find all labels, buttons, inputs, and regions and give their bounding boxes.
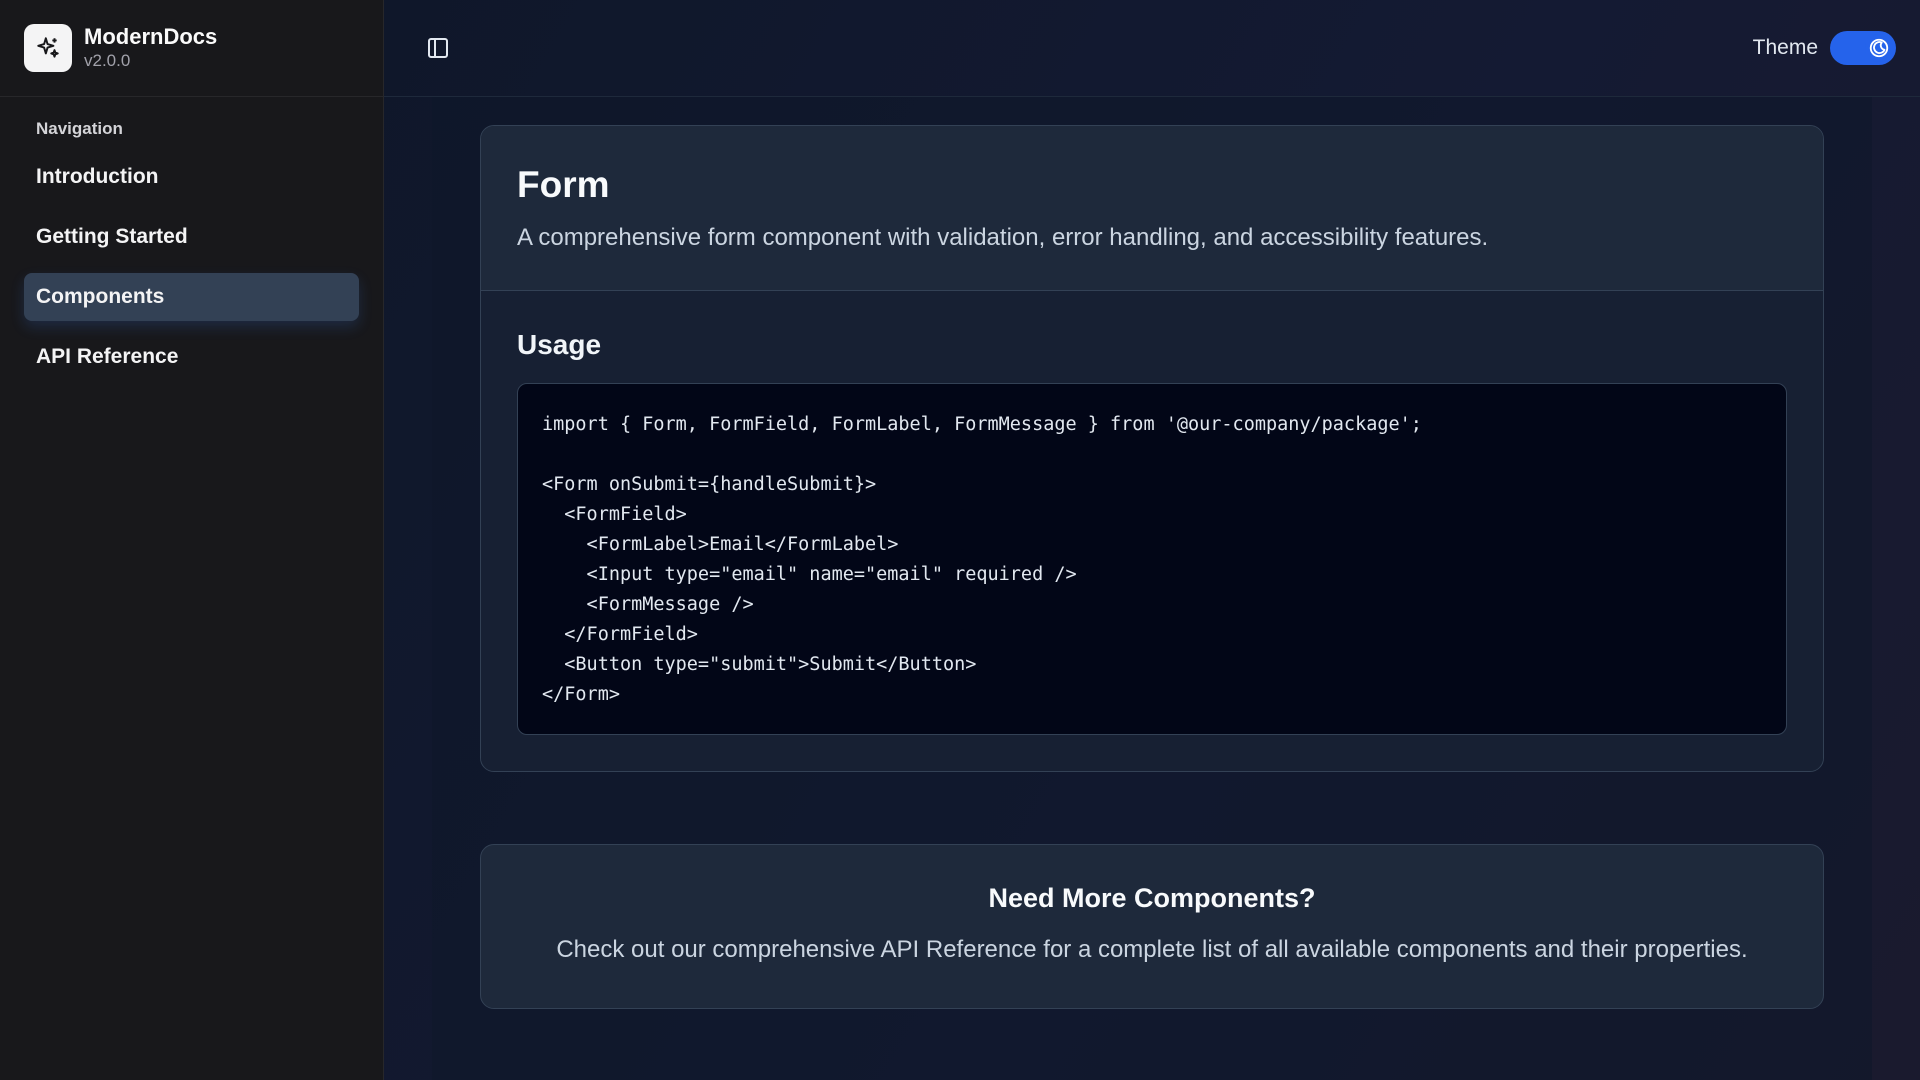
code-line: </FormField> [542,624,698,645]
sidebar-item-label: API Reference [36,345,179,368]
code-line: <Form onSubmit={handleSubmit}> [542,474,877,495]
toggle-sidebar-button[interactable] [418,28,458,68]
sidebar-item-label: Introduction [36,165,159,188]
content: Form A comprehensive form component with… [432,97,1872,1080]
callout-title: Need More Components? [988,883,1316,913]
code-line: <FormLabel>Email</FormLabel> [542,534,899,555]
brand-version: v2.0.0 [84,51,131,70]
brand-name: ModernDocs [84,24,218,49]
sidebar-item-components[interactable]: Components [24,273,359,321]
component-header: Form A comprehensive form component with… [481,126,1823,291]
sidebar-item-label: Components [36,285,165,308]
theme-label: Theme [1752,36,1818,59]
brand[interactable]: ModernDocs v2.0.0 [0,0,383,97]
code-line: <FormMessage /> [542,594,754,615]
callout-text: Check out our comprehensive API Referenc… [556,936,1748,963]
nav-heading: Navigation [36,119,123,138]
usage-section: Usage import { Form, FormField, FormLabe… [481,291,1823,771]
theme-switcher: Theme [1753,31,1896,65]
code-block[interactable]: import { Form, FormField, FormLabel, For… [517,383,1787,735]
main-area: Theme Form A comprehensive form componen… [384,0,1920,1080]
more-components-callout: Need More Components? Check out our comp… [480,844,1824,1009]
topbar: Theme [384,0,1920,97]
theme-toggle[interactable] [1830,31,1896,65]
moon-icon [1865,34,1893,62]
sidebar-nav: Navigation Introduction Getting Started … [0,97,383,415]
panel-left-icon [428,38,448,58]
sidebar: ModernDocs v2.0.0 Navigation Introductio… [0,0,384,1080]
sparkles-icon [24,24,72,72]
component-description: A comprehensive form component with vali… [517,224,1489,251]
code-line: <FormField> [542,504,687,525]
sidebar-item-getting-started[interactable]: Getting Started [24,213,359,261]
sidebar-item-api-reference[interactable]: API Reference [24,333,359,381]
usage-title: Usage [517,329,602,360]
app-root: ModernDocs v2.0.0 Navigation Introductio… [0,0,1920,1080]
sidebar-item-label: Getting Started [36,225,188,248]
code-line: <Input type="email" name="email" require… [542,564,1077,585]
sidebar-item-introduction[interactable]: Introduction [24,153,359,201]
component-title: Form [517,164,610,205]
component-card: Form A comprehensive form component with… [480,125,1824,772]
code-line: import { Form, FormField, FormLabel, For… [542,414,1422,435]
brand-text: ModernDocs v2.0.0 [84,24,217,72]
code-line: </Form> [542,684,620,705]
code-line: <Button type="submit">Submit</Button> [542,654,977,675]
